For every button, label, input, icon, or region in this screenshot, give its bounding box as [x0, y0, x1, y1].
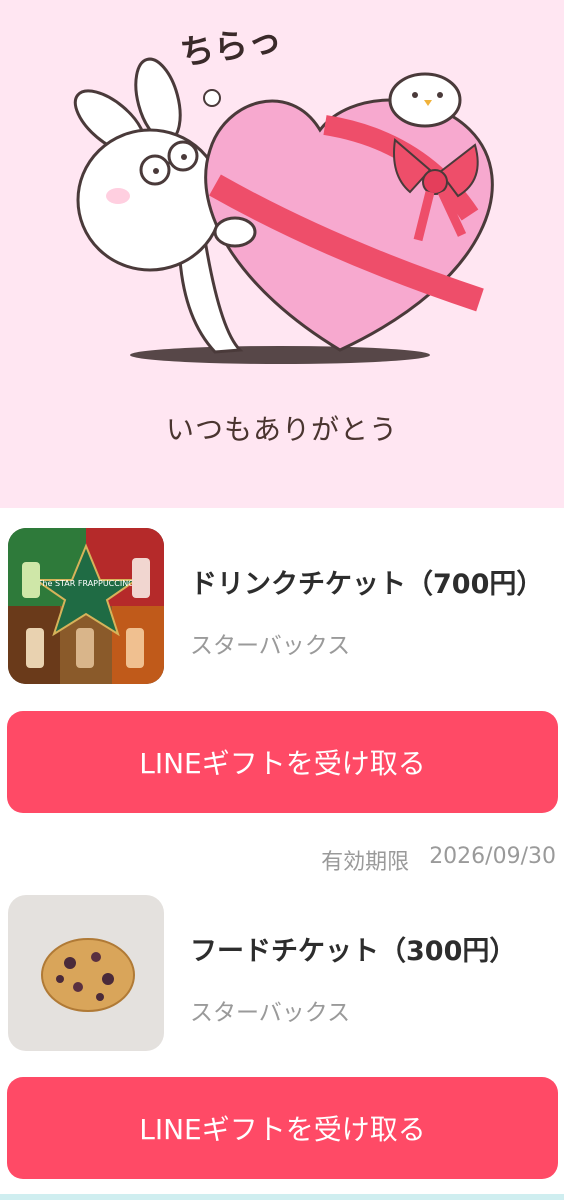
food-ticket-thumbnail [8, 895, 164, 1051]
sound-effect-text: ちらっ [178, 20, 285, 74]
bottom-divider [0, 1194, 564, 1200]
message-card: ちらっ いつもありがとう [0, 0, 564, 508]
sticker-rabbit-heart: ちらっ [73, 20, 494, 364]
gift-name: ドリンクチケット（700円） [190, 569, 544, 600]
drink-ticket-thumbnail: The STAR FRAPPUCCINO [8, 528, 164, 684]
gift-name: フードチケット（300円） [190, 936, 517, 967]
greeting-message: いつもありがとう [165, 413, 398, 446]
gift-brand: スターバックス [190, 633, 351, 659]
gift-item-drink: The STAR FRAPPUCCINO ドリンクチケット（700円） スターバ… [0, 528, 564, 688]
receive-gift-button[interactable]: LINEギフトを受け取る [7, 1077, 558, 1179]
thumb-caption: The STAR FRAPPUCCINO [37, 579, 135, 588]
expiry-date: 2026/09/30 [429, 844, 556, 869]
receive-gift-button[interactable]: LINEギフトを受け取る [7, 711, 558, 813]
gift-brand: スターバックス [190, 1000, 351, 1026]
gift-item-food: フードチケット（300円） スターバックス [0, 895, 564, 1055]
expiry-info: 有効期限 2026/09/30 [321, 844, 556, 876]
expiry-label: 有効期限 [321, 850, 410, 875]
